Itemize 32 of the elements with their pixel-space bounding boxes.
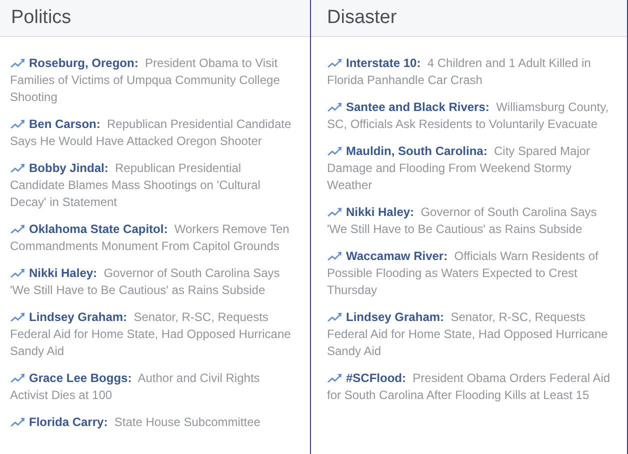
- trend-up-icon: [327, 102, 342, 112]
- trending-item[interactable]: Grace Lee Boggs: Author and Civil Rights Activist Dies at 100: [10, 370, 294, 404]
- trending-item[interactable]: Nikki Haley: Governor of South Carolina Says 'We Still Have to Be Cautious' as Rains Subside: [10, 265, 294, 299]
- trending-item[interactable]: Lindsey Graham: Senator, R-SC, Requests Federal Aid for Home State, Had Opposed Hurricane Sandy Aid: [10, 309, 294, 360]
- trend-up-icon: [10, 224, 25, 234]
- trending-item[interactable]: Nikki Haley: Governor of South Carolina Says 'We Still Have to Be Cautious' as Rains Subside: [327, 204, 617, 238]
- trending-item[interactable]: Santee and Black Rivers: Williamsburg County, SC, Officials Ask Residents to Voluntarily Evacuate: [327, 99, 617, 133]
- trend-up-icon: [10, 58, 25, 68]
- trending-item[interactable]: Roseburg, Oregon: President Obama to Visit Families of Victims of Umpqua Community College Shooting: [10, 55, 294, 106]
- trending-item[interactable]: Mauldin, South Carolina: City Spared Major Damage and Flooding From Weekend Stormy Weather: [327, 143, 617, 194]
- trend-up-icon: [327, 373, 342, 383]
- trend-up-icon: [10, 119, 25, 129]
- trending-item[interactable]: Waccamaw River: Officials Warn Residents of Possible Flooding as Waters Expected to Crest Thursday: [327, 248, 617, 299]
- trending-item[interactable]: Interstate 10: 4 Children and 1 Adult Killed in Florida Panhandle Car Crash: [327, 55, 617, 89]
- trending-item[interactable]: Oklahoma State Capitol: Workers Remove Ten Commandments Monument From Capitol Grounds: [10, 221, 294, 255]
- trending-item[interactable]: Lindsey Graham: Senator, R-SC, Requests Federal Aid for Home State, Had Opposed Hurricane Sandy Aid: [327, 309, 617, 360]
- trending-item[interactable]: Bobby Jindal: Republican Presidential Candidate Blames Mass Shootings on 'Cultural Decay' in Statement: [10, 160, 294, 211]
- trend-up-icon: [327, 58, 342, 68]
- trending-item[interactable]: Ben Carson: Republican Presidential Candidate Says He Would Have Attacked Oregon Shooter: [10, 116, 294, 150]
- trend-up-icon: [10, 163, 25, 173]
- trend-up-icon: [327, 312, 342, 322]
- column-title: Disaster: [327, 7, 397, 29]
- column-title: Politics: [11, 7, 72, 29]
- trending-item[interactable]: Florida Carry: State House Subcommittee: [10, 414, 294, 431]
- trend-up-icon: [327, 251, 342, 261]
- trend-up-icon: [10, 373, 25, 383]
- trend-up-icon: [10, 417, 25, 427]
- trend-up-icon: [10, 312, 25, 322]
- trend-up-icon: [327, 146, 342, 156]
- trending-item[interactable]: #SCFlood: President Obama Orders Federal Aid for South Carolina After Flooding Kills at Least 15: [327, 370, 617, 404]
- trend-up-icon: [10, 268, 25, 278]
- trend-up-icon: [327, 207, 342, 217]
